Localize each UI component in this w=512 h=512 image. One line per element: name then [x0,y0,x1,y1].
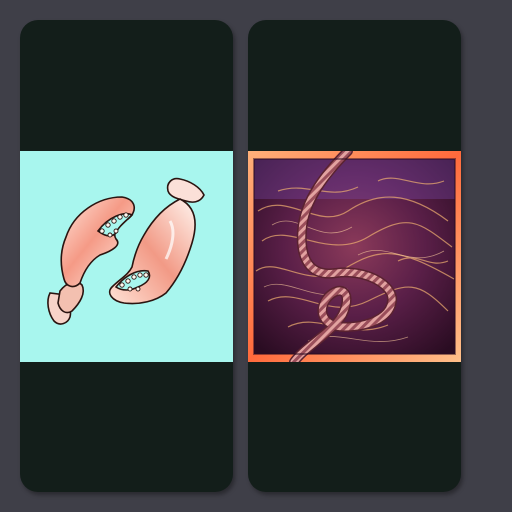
card-1-thumbnail[interactable] [20,151,233,362]
card-2-thumbnail[interactable] [248,151,461,362]
crab-claws-icon [20,151,233,362]
gallery-card-2[interactable] [248,20,461,492]
twisted-rope-icon [248,151,461,362]
gallery-view [0,0,512,512]
gallery-card-1[interactable] [20,20,233,492]
